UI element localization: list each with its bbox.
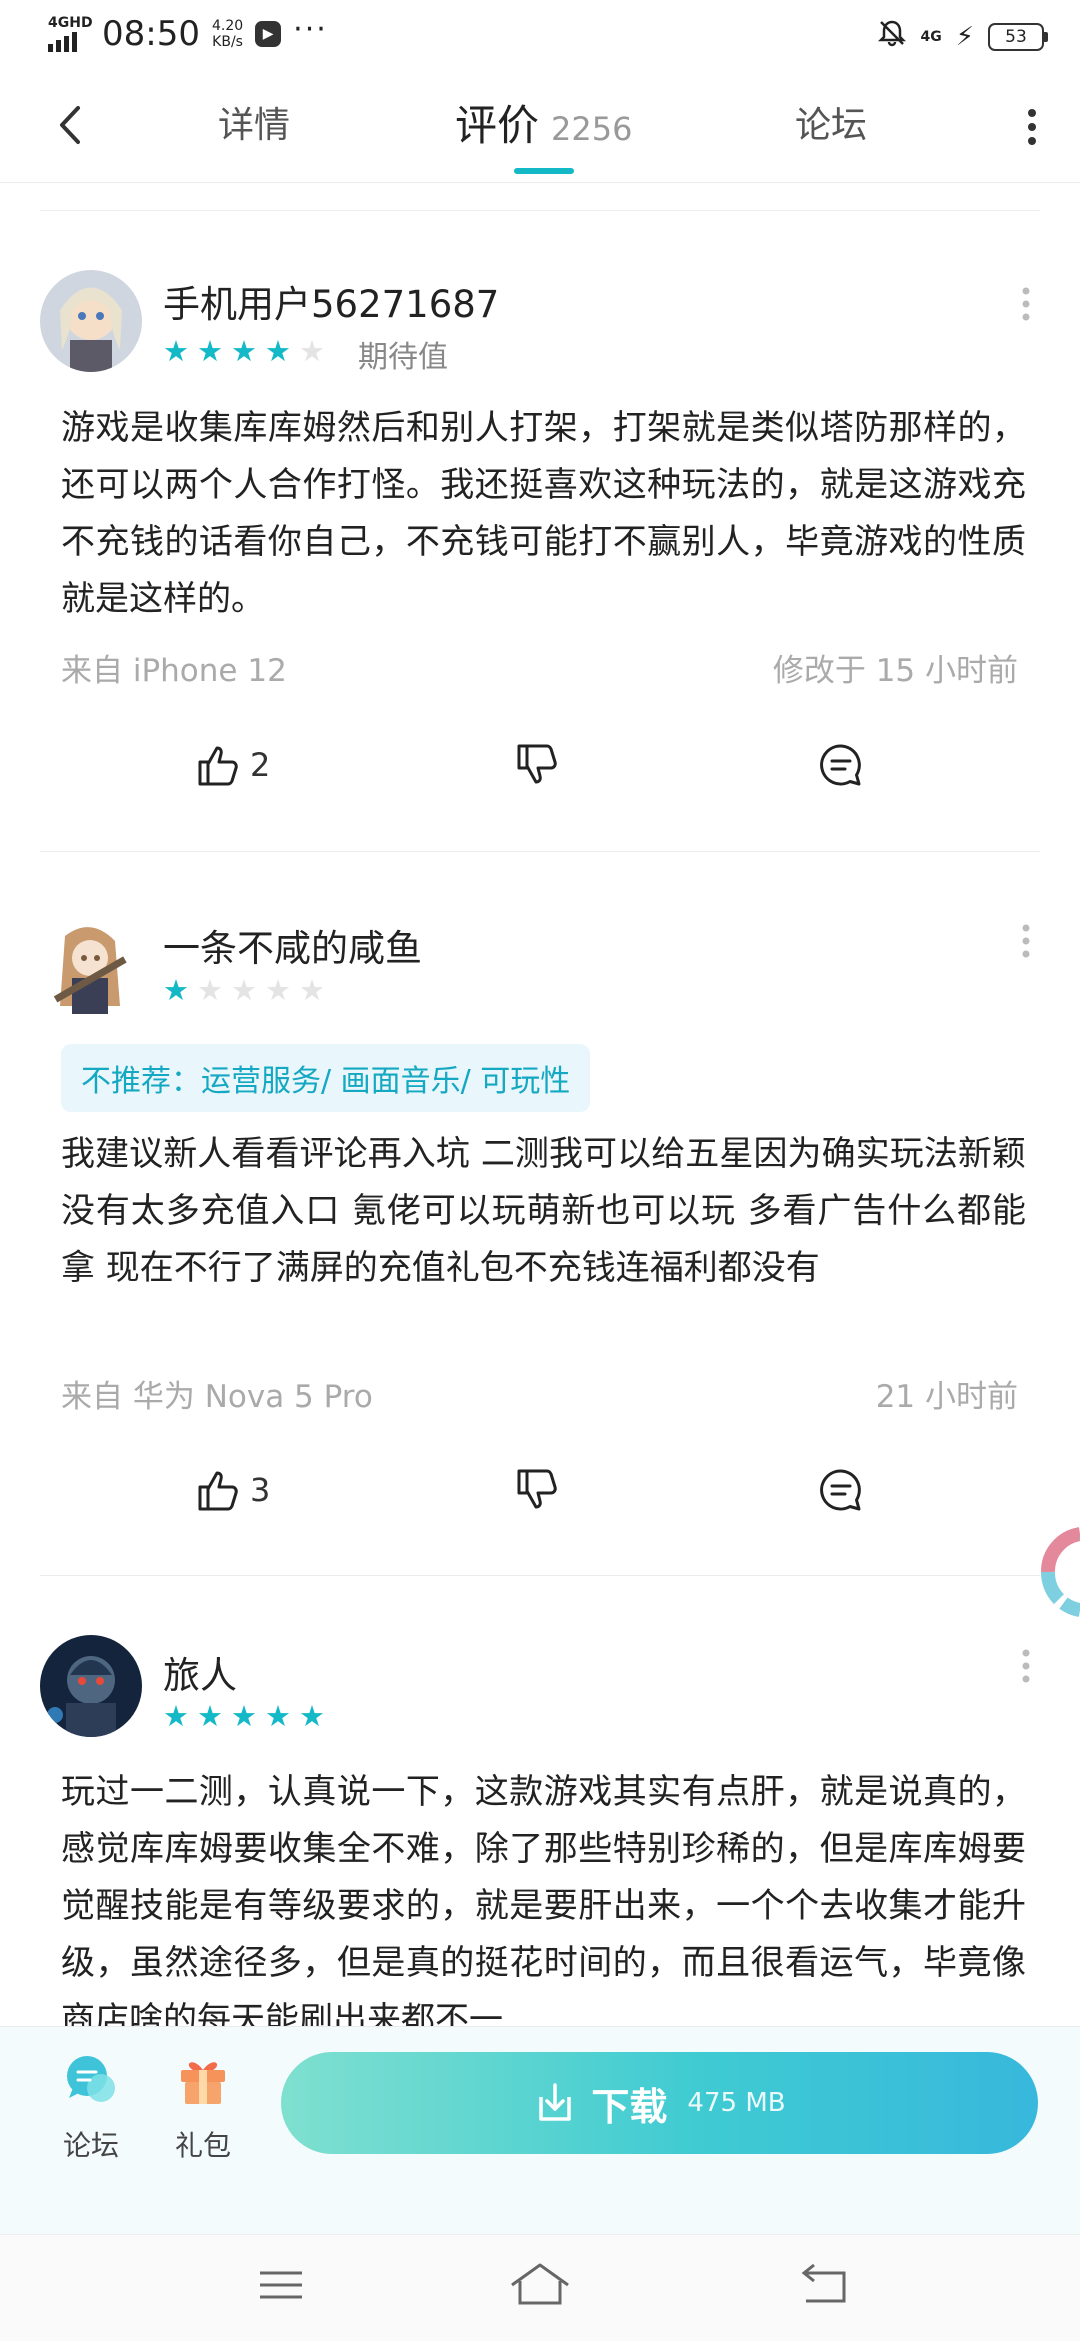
like-count: 2 [250,746,271,784]
return-icon [801,2263,846,2303]
star-icon: ★ [265,973,291,1007]
floating-assistant-button[interactable] [1018,1520,1080,1624]
star-icon: ★ [299,1699,325,1733]
review-menu-button[interactable] [1018,1645,1034,1687]
menu-nav-button[interactable] [258,2265,304,2309]
thumbs-down-icon [517,744,557,784]
back-button[interactable] [50,100,90,150]
star-rating: ★ ★ ★ ★ ★ [163,1701,325,1731]
avatar[interactable] [40,270,142,372]
forum-label: 论坛 [62,2129,119,2162]
gift-icon [181,2062,225,2104]
comment-button[interactable] [818,1467,864,1513]
mobile-data-label: 4G [920,28,942,45]
gift-shortcut[interactable]: 礼包 [158,2052,248,2164]
star-icon: ★ [163,973,189,1007]
battery-icon: 53 [988,22,1048,51]
star-icon: ★ [265,334,291,368]
menu-icon [260,2271,302,2299]
home-nav-button[interactable] [508,2259,572,2313]
star-icon: ★ [265,1699,291,1733]
star-rating: ★ ★ ★ ★ ★ [163,975,325,1005]
divider [40,210,1040,211]
mute-bell-icon [877,18,907,55]
star-icon: ★ [163,1699,189,1733]
comment-icon [820,744,861,786]
recommendation-tag: 不推荐：运营服务/ 画面音乐/ 可玩性 [61,1044,591,1112]
review-menu-button[interactable] [1018,283,1034,325]
chevron-left-icon [60,106,80,144]
tab-forum[interactable]: 论坛 [795,96,867,148]
like-button[interactable]: 2 [196,742,270,788]
tab-details[interactable]: 详情 [218,96,290,148]
avatar[interactable] [40,916,142,1018]
thumbs-up-icon [198,1471,238,1511]
comment-icon [820,1469,861,1511]
more-vertical-icon [1022,924,1030,958]
active-tab-indicator [514,168,574,174]
like-count: 3 [250,1471,271,1509]
download-size: 475 MB [687,2088,786,2118]
star-icon: ★ [163,334,189,368]
like-button[interactable]: 3 [196,1467,270,1513]
download-icon [539,2083,572,2121]
charging-icon: ⚡ [955,21,974,52]
rating-label: 期待值 [358,340,448,375]
network-type-label: 4GHD [48,15,93,31]
clock: 08:50 [102,14,200,54]
dislike-button[interactable] [515,1467,561,1513]
download-button[interactable]: 下载 475 MB [281,2052,1038,2154]
more-notifications-icon: ··· [293,11,328,47]
review-text[interactable]: 玩过一二测，认真说一下，这款游戏其实有点肝，就是说真的，感觉库库姆要收集全不难，… [61,1764,1026,2049]
tab-reviews[interactable]: 评价 2256 [455,92,632,153]
status-bar: 4GHD 08:50 4.20 KB/s ▶ ··· 4G ⚡ 53 [0,0,1080,70]
download-label: 下载 [591,2084,668,2129]
star-icon: ★ [197,1699,223,1733]
username[interactable]: 手机用户56271687 [163,274,499,328]
review-text[interactable]: 我建议新人看看评论再入坑 二测我可以给五星因为确实玩法新颖 没有太多充值入口 氪… [61,1126,1026,1297]
avatar[interactable] [40,1635,142,1737]
home-icon [511,2263,569,2305]
more-vertical-icon [1022,1649,1030,1683]
more-vertical-icon [1028,109,1036,145]
star-icon: ★ [231,973,257,1007]
review-count: 2256 [551,110,633,148]
video-app-icon: ▶ [255,21,282,47]
tab-reviews-label: 评价 [455,101,540,150]
timestamp: 修改于 15 小时前 [772,653,1018,689]
more-options-button[interactable] [1022,102,1042,152]
signal-icon [48,30,77,52]
review-menu-button[interactable] [1018,920,1034,962]
top-header: 详情 评价 2256 论坛 [0,70,1080,183]
star-icon: ★ [231,334,257,368]
forum-shortcut[interactable]: 论坛 [46,2052,136,2164]
star-icon: ★ [299,334,325,368]
device-label: 来自 华为 Nova 5 Pro [61,1379,373,1415]
system-nav-bar [0,2234,1080,2341]
review-text[interactable]: 游戏是收集库库姆然后和别人打架，打架就是类似塔防那样的，还可以两个人合作打怪。我… [61,400,1026,628]
ring-icon [1040,1527,1080,1617]
star-icon: ★ [299,973,325,1007]
dislike-button[interactable] [515,742,561,788]
back-nav-button[interactable] [800,2263,850,2311]
thumbs-up-icon [198,746,238,786]
username[interactable]: 旅人 [163,1645,237,1699]
timestamp: 21 小时前 [875,1379,1018,1415]
gift-label: 礼包 [174,2129,231,2162]
net-speed: 4.20 KB/s [211,18,244,50]
chat-bubble-icon [67,2056,115,2102]
star-rating: ★ ★ ★ ★ ★ [163,336,325,366]
divider [40,851,1040,852]
comment-button[interactable] [818,742,864,788]
username[interactable]: 一条不咸的咸鱼 [163,918,422,972]
more-vertical-icon [1022,287,1030,321]
star-icon: ★ [197,973,223,1007]
divider [40,1575,1040,1576]
device-label: 来自 iPhone 12 [61,653,287,689]
star-icon: ★ [197,334,223,368]
thumbs-down-icon [517,1469,557,1509]
star-icon: ★ [231,1699,257,1733]
